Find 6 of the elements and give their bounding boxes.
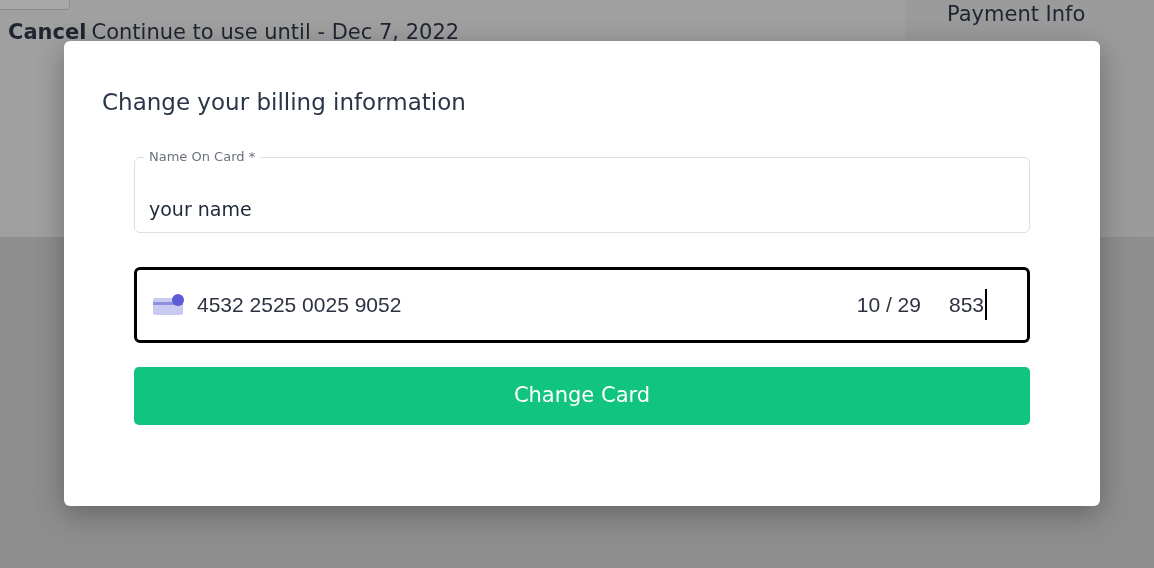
card-input-field[interactable]: 4532 2525 0025 9052 10 / 29 853 xyxy=(134,266,1030,343)
sidebar-title: Payment Info xyxy=(947,2,1086,26)
renewal-note: Continue to use until - Dec 7, 2022 xyxy=(91,20,460,44)
modal-title: Change your billing information xyxy=(102,89,467,117)
card-icon xyxy=(153,293,185,316)
cancel-label: Cancel xyxy=(8,20,87,44)
